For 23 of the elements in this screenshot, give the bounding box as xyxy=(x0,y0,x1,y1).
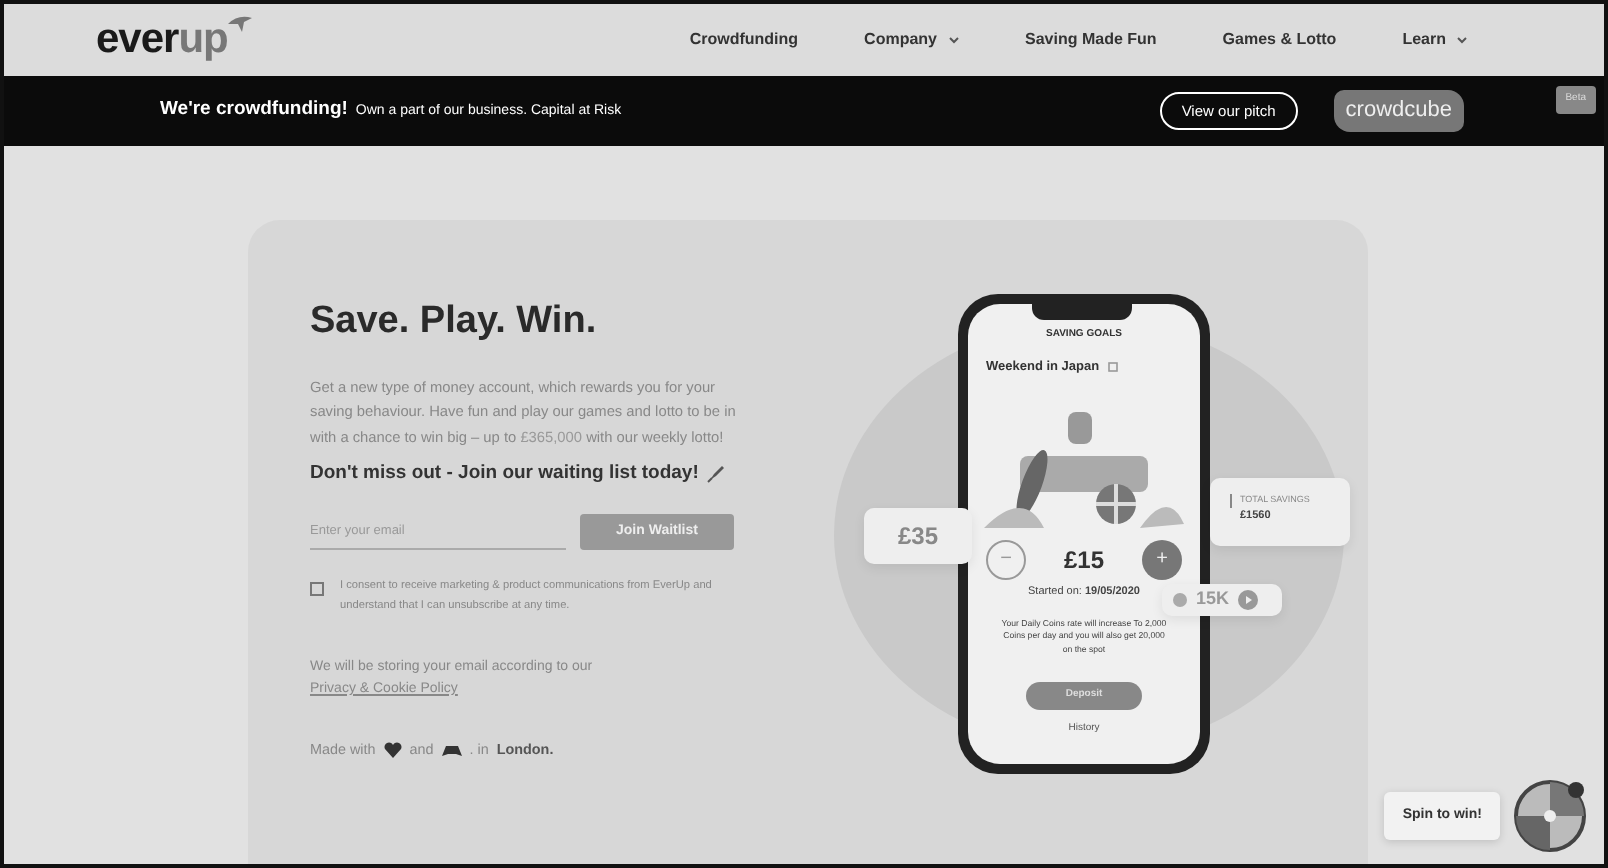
nav-link[interactable]: Crowdfunding xyxy=(689,28,799,52)
phone-notch xyxy=(1032,304,1132,320)
consent-checkbox[interactable] xyxy=(310,581,324,596)
goal-amount: £15 xyxy=(1063,544,1105,579)
nav-link[interactable]: Saving Made Fun xyxy=(1025,28,1157,52)
caret-icon xyxy=(1456,36,1468,44)
nav-link[interactable]: Company xyxy=(864,28,959,52)
hero-title: Save. Play. Win. xyxy=(310,300,599,346)
prize-wheel-icon[interactable] xyxy=(1512,778,1588,854)
banner-headline: We're crowdfunding! xyxy=(160,96,348,125)
partner-logo[interactable]: crowdcube xyxy=(1333,90,1464,132)
caret-icon xyxy=(947,36,959,44)
coin-icon xyxy=(1172,592,1188,608)
nav-link[interactable]: Games & Lotto xyxy=(1222,28,1337,52)
increase-button[interactable]: + xyxy=(1142,540,1182,581)
nav-link[interactable]: Learn xyxy=(1402,28,1468,52)
amount-card: £35 xyxy=(864,508,972,564)
heart-icon xyxy=(383,742,402,759)
coins-value: 15K xyxy=(1196,586,1230,613)
gamepad-icon xyxy=(441,743,462,758)
play-icon[interactable] xyxy=(1237,590,1258,610)
waitlist-heading: Don't miss out - Join our waiting list today! xyxy=(310,459,699,488)
logo[interactable]: everup xyxy=(96,8,252,72)
